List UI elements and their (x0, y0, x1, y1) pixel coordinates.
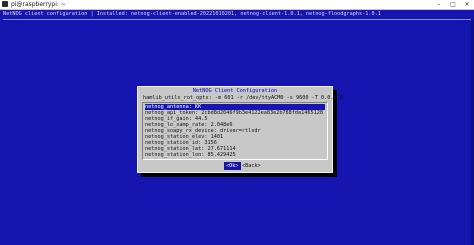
terminal-screen[interactable]: NetNOG client configuration | Installed:… (0, 10, 474, 245)
backtitle: NetNOG client configuration | Installed:… (3, 11, 381, 17)
ok-button[interactable]: <Ok> (224, 162, 241, 170)
terminal-app-icon (2, 1, 8, 7)
dialog-command-line: hamlib_utils_rot_opts: -m 601 -r /dev/tt… (143, 95, 343, 101)
window-title: pi@raspberrypi: ~ (11, 1, 66, 8)
window-titlebar: pi@raspberrypi: ~ – □ ✕ (0, 0, 474, 10)
backtitle-divider (3, 19, 471, 20)
close-button[interactable]: ✕ (460, 0, 474, 9)
back-button[interactable]: <Back> (242, 162, 261, 170)
list-item[interactable]: netnog_station_lon: 85.429425 (145, 152, 325, 158)
dialog-buttons: <Ok> <Back> (138, 162, 332, 170)
config-field-list[interactable]: netnog_antenna: KK netnog_api_token: 2cb… (142, 102, 328, 160)
config-dialog: NetNOG Client Configuration hamlib_utils… (137, 86, 343, 173)
minimize-button[interactable]: – (432, 0, 446, 9)
dialog-title: NetNOG Client Configuration (192, 88, 278, 94)
maximize-button[interactable]: □ (446, 0, 460, 9)
